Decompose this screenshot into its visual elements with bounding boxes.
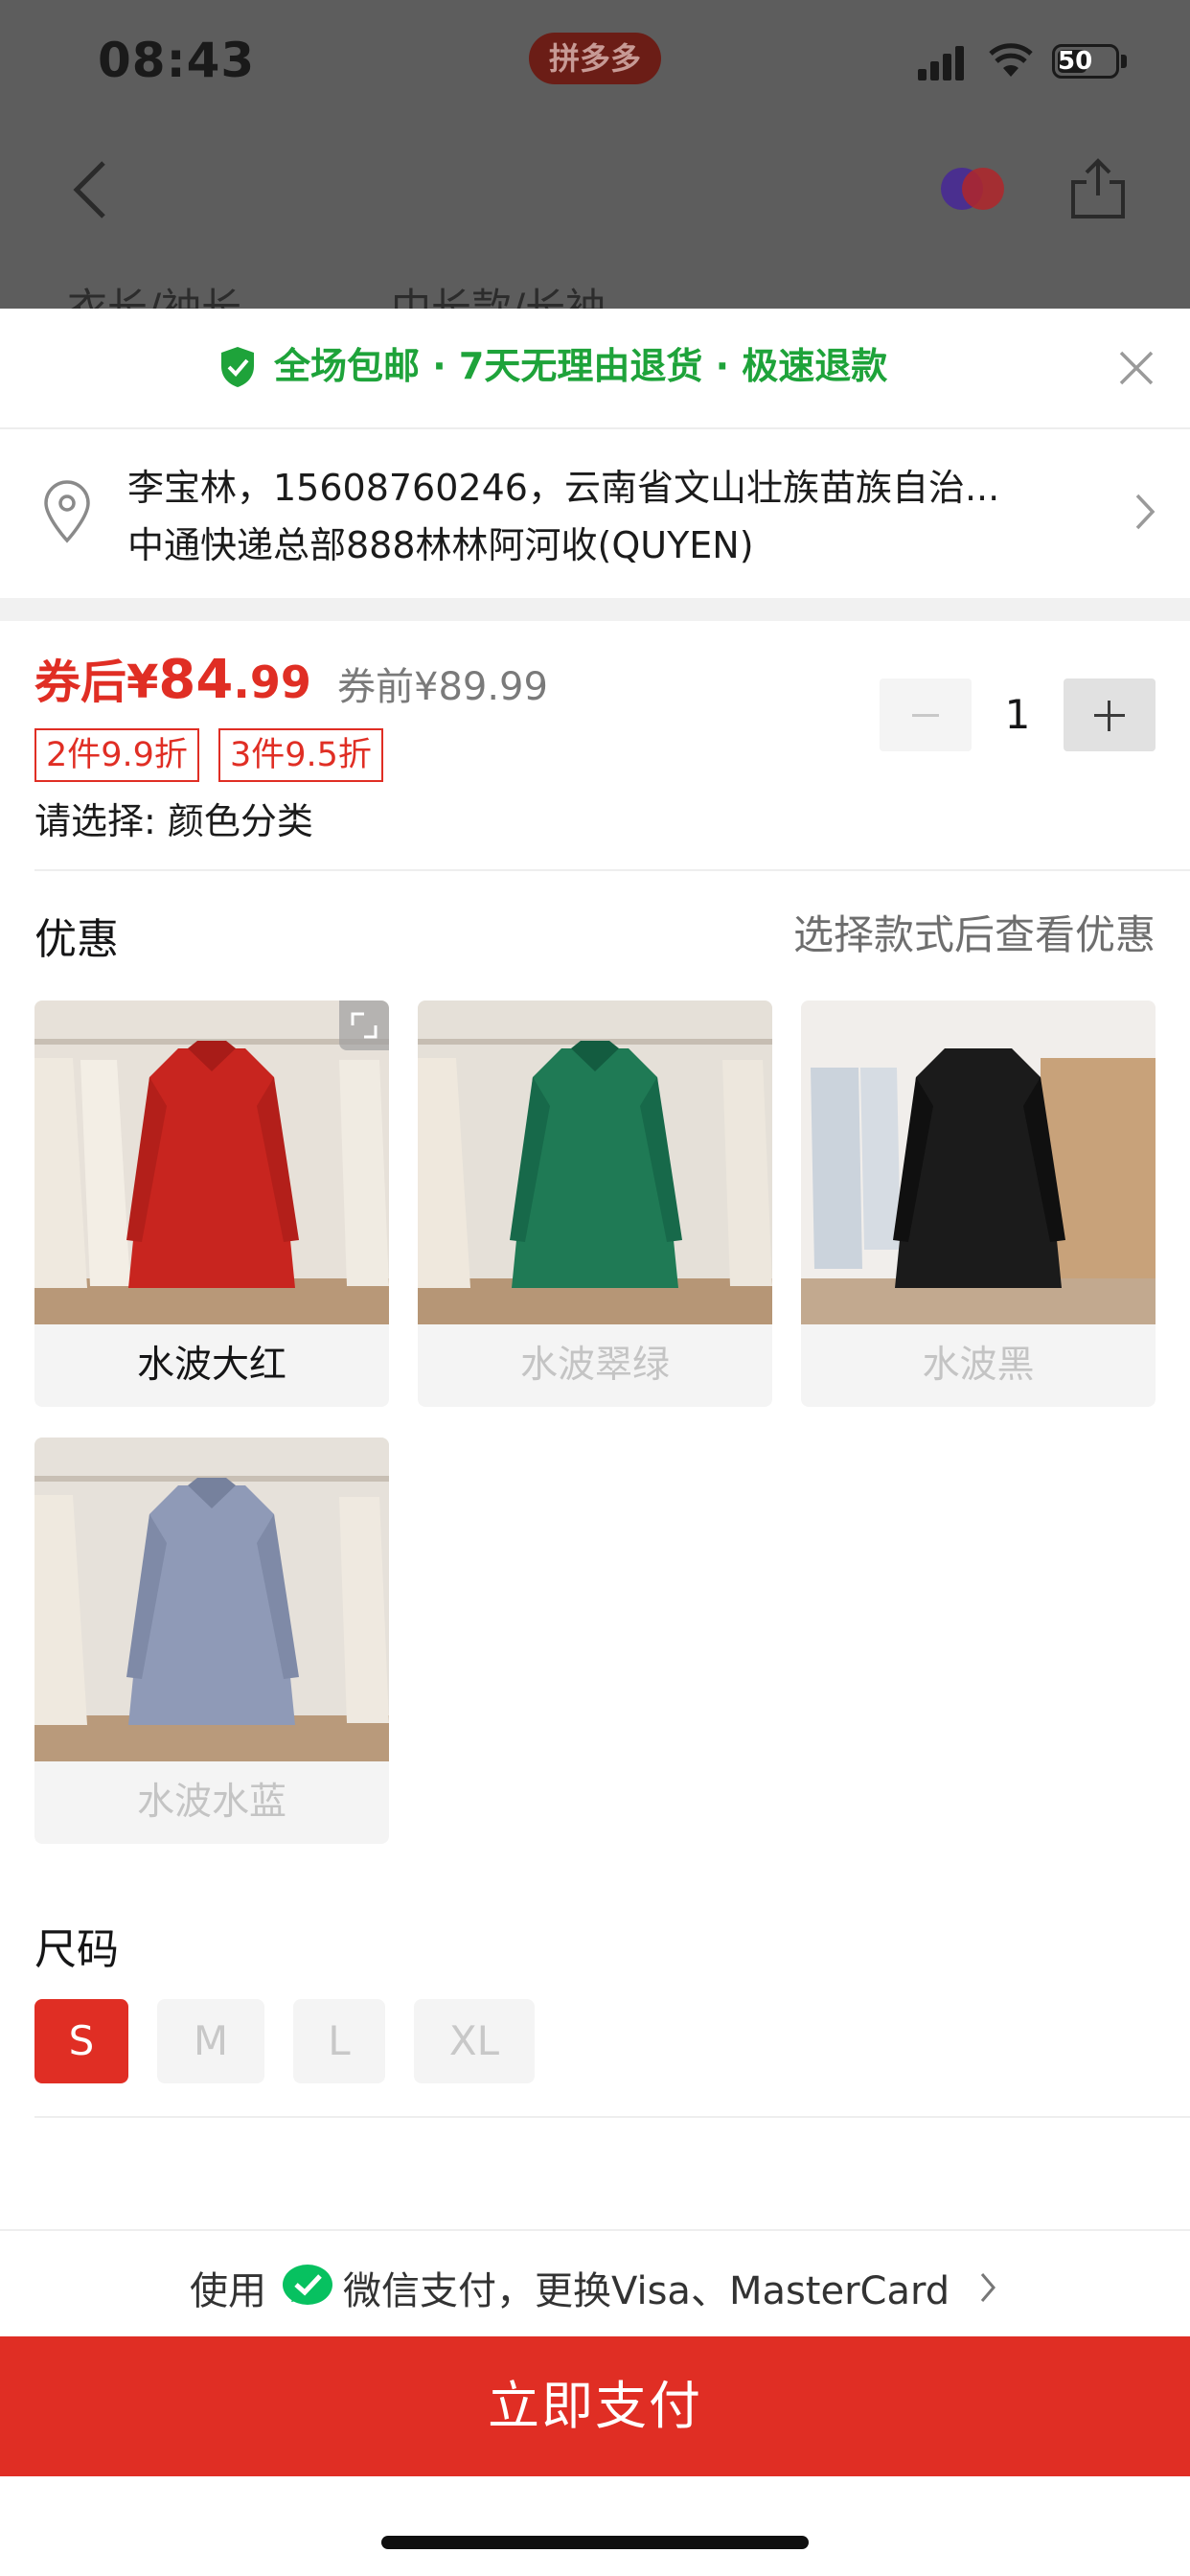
price-integer: 84 <box>158 649 234 711</box>
select-prompt: 请选择: 颜色分类 <box>34 800 313 842</box>
background-page-overlay: 08:43 拼多多 50 衣长/袖长 中长款/长袖 <box>0 0 1190 309</box>
attr-label-style: 中长款/长袖 <box>391 285 606 309</box>
address-detail: 中通快递总部888林林阿河收(QUYEN) <box>127 524 754 566</box>
chevron-right-icon <box>980 2273 995 2302</box>
quantity-decrease-button[interactable] <box>880 678 972 751</box>
multi-buy-tag: 3件9.5折 <box>218 728 383 782</box>
close-icon[interactable] <box>1117 349 1156 387</box>
share-icon[interactable] <box>1069 157 1127 220</box>
color-option-red[interactable]: 水波大红 <box>34 1000 389 1407</box>
size-option-s[interactable]: S <box>34 1999 128 2083</box>
divider <box>34 869 1190 871</box>
sku-bottom-sheet: 全场包邮 · 7天无理由退货 · 极速退款 李宝林，15608760246，云南… <box>0 309 1190 2576</box>
mascot-icon[interactable] <box>937 165 1008 213</box>
discount-section-title: 优惠 <box>34 915 119 964</box>
coat-image <box>34 1438 389 1761</box>
quantity-value[interactable]: 1 <box>977 680 1058 749</box>
wifi-icon <box>989 43 1033 77</box>
coat-image <box>418 1000 772 1324</box>
wechat-pay-icon <box>283 2265 332 2305</box>
color-option-blue[interactable]: 水波水蓝 <box>34 1438 389 1844</box>
payment-prefix: 使用 <box>190 2269 266 2313</box>
pay-now-button[interactable]: 立即支付 <box>0 2336 1190 2476</box>
expand-icon[interactable] <box>339 1000 389 1050</box>
back-chevron-icon[interactable] <box>69 159 111 220</box>
home-indicator <box>381 2536 809 2549</box>
battery-icon: 50 <box>1052 44 1119 79</box>
attr-label-length: 衣长/袖长 <box>67 285 242 309</box>
currency-symbol: ¥ <box>126 656 159 709</box>
coupon-price: 券后¥84.99 <box>34 644 311 711</box>
status-bar: 08:43 拼多多 50 <box>0 0 1190 125</box>
location-pin-icon <box>44 480 90 543</box>
address-recipient: 李宝林，15608760246，云南省文山壮族苗族自治... <box>127 467 1000 509</box>
multi-buy-tag: 2件9.9折 <box>34 728 199 782</box>
color-option-label: 水波黑 <box>922 1344 1035 1387</box>
color-option-label: 水波翠绿 <box>519 1344 670 1387</box>
promo-text: 全场包邮 · 7天无理由退货 · 极速退款 <box>274 345 888 387</box>
size-option-m[interactable]: M <box>157 1999 264 2083</box>
color-option-label: 水波水蓝 <box>136 1781 286 1824</box>
coupon-price-label: 券后 <box>34 656 127 709</box>
color-option-black[interactable]: 水波黑 <box>801 1000 1156 1407</box>
price-decimal: .99 <box>233 656 311 708</box>
discount-hint: 选择款式后查看优惠 <box>792 911 1156 958</box>
payment-method-text: 微信支付，更换Visa、MasterCard <box>343 2269 950 2313</box>
section-gap <box>0 598 1190 621</box>
size-section-title: 尺码 <box>34 1925 119 1974</box>
app-badge: 拼多多 <box>529 33 661 84</box>
size-option-xl[interactable]: XL <box>414 1999 535 2083</box>
service-promo-bar: 全场包邮 · 7天无理由退货 · 极速退款 <box>0 309 1190 429</box>
quantity-increase-button[interactable] <box>1064 678 1156 751</box>
color-option-green[interactable]: 水波翠绿 <box>418 1000 772 1407</box>
size-option-l[interactable]: L <box>293 1999 385 2083</box>
shipping-address[interactable]: 李宝林，15608760246，云南省文山壮族苗族自治... 中通快递总部888… <box>0 429 1190 598</box>
coat-image <box>801 1000 1156 1324</box>
shield-check-icon <box>221 347 254 387</box>
payment-method-row[interactable]: 使用 微信支付，更换Visa、MasterCard <box>0 2229 1190 2336</box>
battery-cap <box>1121 55 1127 68</box>
divider <box>34 2116 1190 2118</box>
status-time: 08:43 <box>98 33 256 88</box>
color-option-label: 水波大红 <box>136 1344 286 1387</box>
original-price: 券前¥89.99 <box>337 665 548 709</box>
chevron-right-icon <box>1135 494 1156 530</box>
coat-image <box>34 1000 389 1324</box>
cellular-signal-icon <box>918 42 968 80</box>
